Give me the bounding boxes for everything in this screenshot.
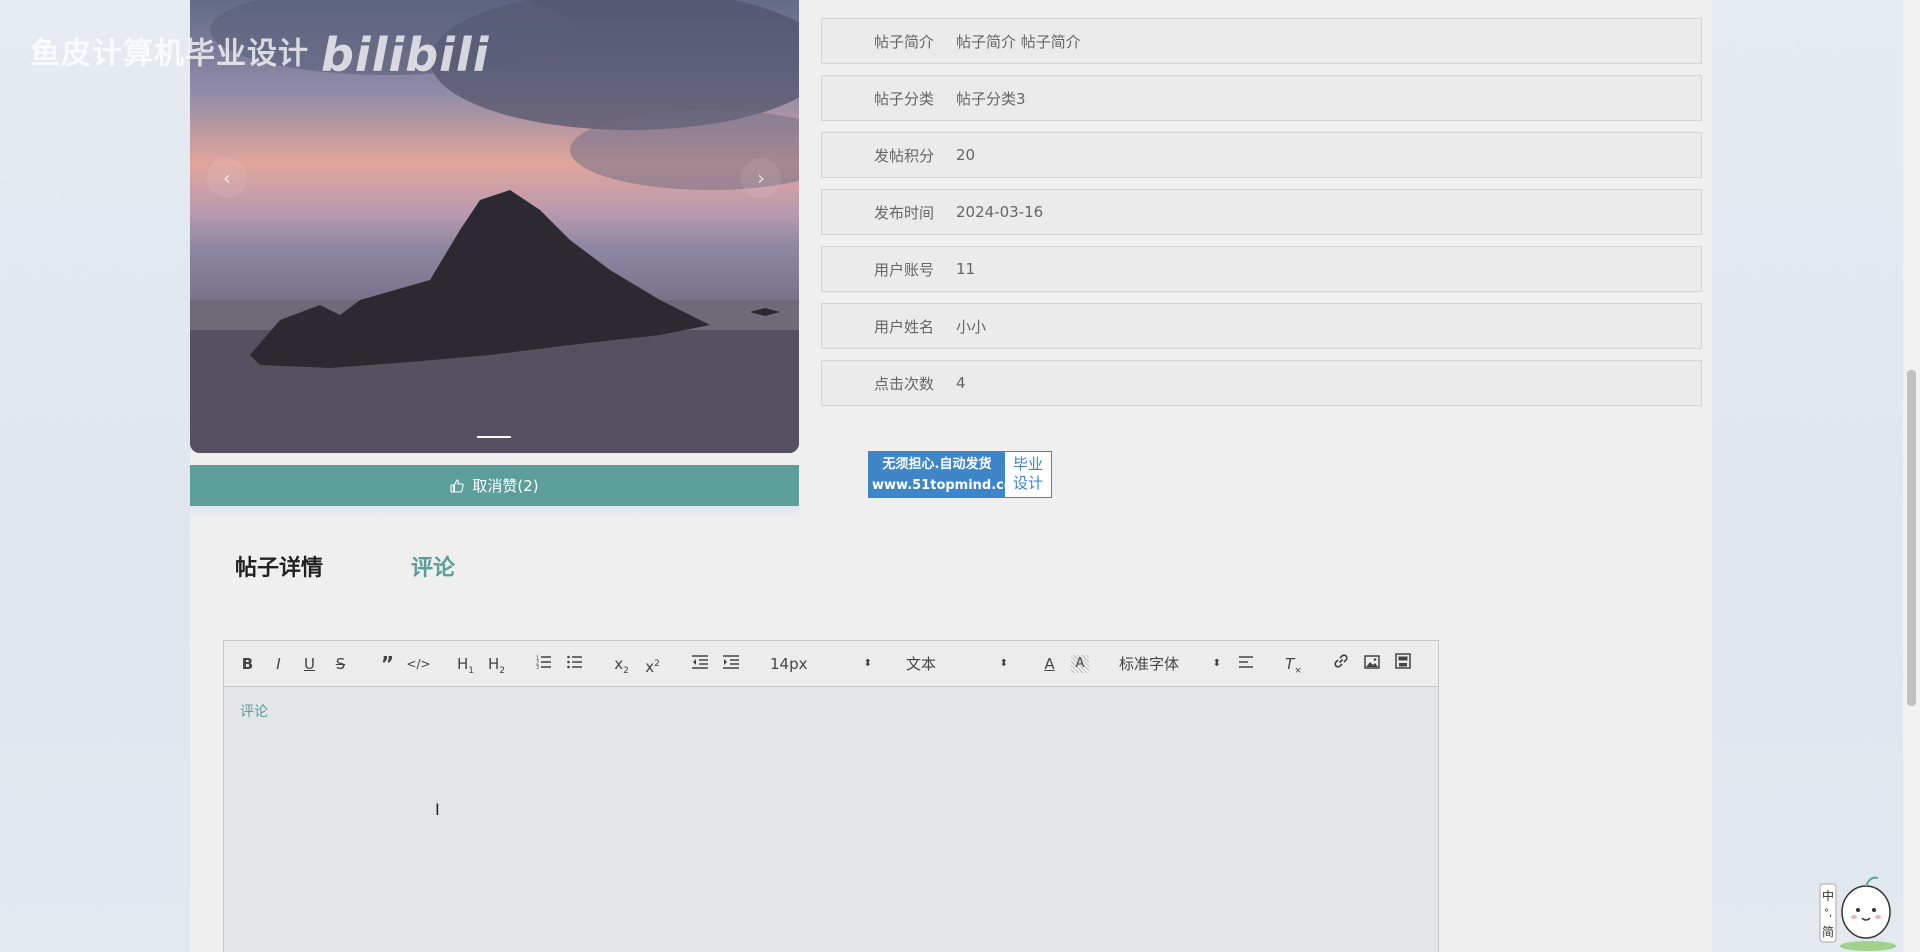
ad-tag-line-1: 毕业 (1012, 455, 1043, 473)
detail-tabs: 帖子详情 评论 (235, 550, 455, 582)
select-caret-icon: ⬍ (1212, 657, 1221, 669)
header-select-value: 文本 (906, 654, 937, 673)
header-1-button[interactable]: H1 (450, 649, 481, 679)
image-button[interactable] (1356, 649, 1387, 679)
bullet-list-button[interactable] (559, 649, 590, 679)
link-icon (1333, 653, 1348, 668)
watermark: 鱼皮计算机毕业设计 bilibili (30, 28, 489, 82)
editor-content[interactable]: 评论 (224, 687, 1438, 735)
info-row-summary: 帖子简介 帖子简介 帖子简介 (821, 18, 1702, 64)
thumbs-up-icon (450, 478, 465, 493)
unlike-label: 取消赞(2) (472, 477, 539, 495)
outdent-icon (691, 654, 708, 669)
info-value: 小小 (956, 317, 987, 336)
info-value: 2024-03-16 (956, 203, 1044, 221)
ad-tag-line-2: 设计 (1012, 474, 1043, 492)
info-label: 帖子分类 (873, 89, 934, 108)
svg-text:3: 3 (536, 665, 539, 669)
info-label: 帖子简介 (873, 32, 934, 51)
svg-text:中: 中 (1822, 888, 1834, 903)
info-value: 帖子分类3 (956, 89, 1026, 108)
indent-icon (722, 654, 739, 669)
info-value: 4 (956, 374, 966, 392)
unlike-button[interactable]: 取消赞(2) (190, 465, 799, 506)
bullet-list-icon (566, 655, 582, 668)
font-size-select[interactable]: 14px ⬍ (762, 649, 882, 679)
svg-text:°,: °, (1824, 908, 1832, 919)
tab-comment[interactable]: 评论 (411, 550, 455, 582)
scrollbar-thumb[interactable] (1907, 370, 1916, 706)
header-select[interactable]: 文本 ⬍ (898, 649, 1018, 679)
ad-tag: 毕业 设计 (1005, 452, 1051, 497)
underline-button[interactable]: U (294, 649, 325, 679)
image-icon (1363, 654, 1380, 669)
superscript-button[interactable]: x2 (637, 649, 668, 679)
font-family-select[interactable]: 标准字体 ⬍ (1111, 649, 1231, 679)
tab-post-detail[interactable]: 帖子详情 (235, 550, 323, 582)
info-row-user-name: 用户姓名 小小 (821, 303, 1702, 349)
info-label: 发布时间 (873, 203, 934, 222)
subscript-button[interactable]: x2 (606, 649, 637, 679)
info-label: 用户姓名 (873, 317, 934, 336)
carousel-next-button[interactable]: › (741, 158, 781, 198)
carousel-indicator[interactable] (477, 436, 511, 438)
info-row-clicks: 点击次数 4 (821, 360, 1702, 406)
chevron-right-icon: › (757, 166, 765, 190)
info-value: 帖子简介 帖子简介 (956, 32, 1081, 51)
ad-line-2: www.51topmind.com (872, 478, 1027, 493)
info-label: 发帖积分 (873, 146, 934, 165)
ad-line-1: 无须担心.自动发货 (882, 457, 992, 472)
info-row-user-account: 用户账号 11 (821, 246, 1702, 292)
code-block-button[interactable]: </> (403, 649, 434, 679)
info-value: 11 (956, 260, 976, 278)
mascot-widget-icon[interactable]: 中 °, 简 (1818, 856, 1898, 952)
ad-text: 无须担心.自动发货 www.51topmind.com (869, 452, 1027, 497)
svg-text:简: 简 (1822, 925, 1834, 939)
bold-button[interactable]: B (232, 649, 263, 679)
font-family-value: 标准字体 (1119, 654, 1180, 673)
info-row-category: 帖子分类 帖子分类3 (821, 75, 1702, 121)
align-left-icon (1238, 655, 1253, 668)
bilibili-logo: bilibili (321, 28, 490, 82)
video-button[interactable] (1387, 649, 1418, 679)
info-value: 20 (956, 146, 976, 164)
outdent-button[interactable] (684, 649, 715, 679)
carousel-prev-button[interactable]: ‹ (207, 158, 247, 198)
page-scrollbar[interactable] (1903, 0, 1920, 952)
comment-editor: B I U S ” </> H1 H2 123 x2 x2 14px ⬍ 文本 … (223, 640, 1439, 952)
strike-button[interactable]: S (325, 649, 356, 679)
italic-button[interactable]: I (263, 649, 294, 679)
info-label: 用户账号 (873, 260, 934, 279)
ordered-list-icon: 123 (536, 655, 551, 671)
info-row-publish-time: 发布时间 2024-03-16 (821, 189, 1702, 235)
info-label: 点击次数 (873, 374, 934, 393)
background-color-button[interactable]: A (1071, 654, 1089, 673)
blockquote-button[interactable]: ” (372, 649, 403, 679)
font-size-value: 14px (770, 654, 808, 673)
link-button[interactable] (1325, 649, 1356, 679)
page-container: ‹ › 取消赞(2) 帖子简介 帖子简介 帖子简介 帖子分类 帖子分类3 发帖积… (190, 0, 1712, 952)
select-caret-icon: ⬍ (863, 657, 872, 669)
header-2-button[interactable]: H2 (481, 649, 512, 679)
video-icon (1394, 652, 1411, 669)
post-info-list: 帖子简介 帖子简介 帖子简介 帖子分类 帖子分类3 发帖积分 20 发布时间 2… (821, 18, 1702, 417)
chevron-left-icon: ‹ (223, 166, 231, 190)
info-row-points: 发帖积分 20 (821, 132, 1702, 178)
watermark-text: 鱼皮计算机毕业设计 (30, 36, 309, 72)
ad-badge[interactable]: 无须担心.自动发货 www.51topmind.com 毕业 设计 (868, 451, 1052, 498)
divider (190, 506, 799, 520)
text-cursor-icon: I (435, 800, 440, 819)
editor-toolbar: B I U S ” </> H1 H2 123 x2 x2 14px ⬍ 文本 … (224, 641, 1438, 687)
align-button[interactable] (1231, 649, 1262, 679)
text-color-button[interactable]: A (1034, 649, 1065, 679)
indent-button[interactable] (715, 649, 746, 679)
clear-format-button[interactable]: T× (1278, 649, 1309, 679)
ordered-list-button[interactable]: 123 (528, 649, 559, 679)
select-caret-icon: ⬍ (999, 657, 1008, 669)
